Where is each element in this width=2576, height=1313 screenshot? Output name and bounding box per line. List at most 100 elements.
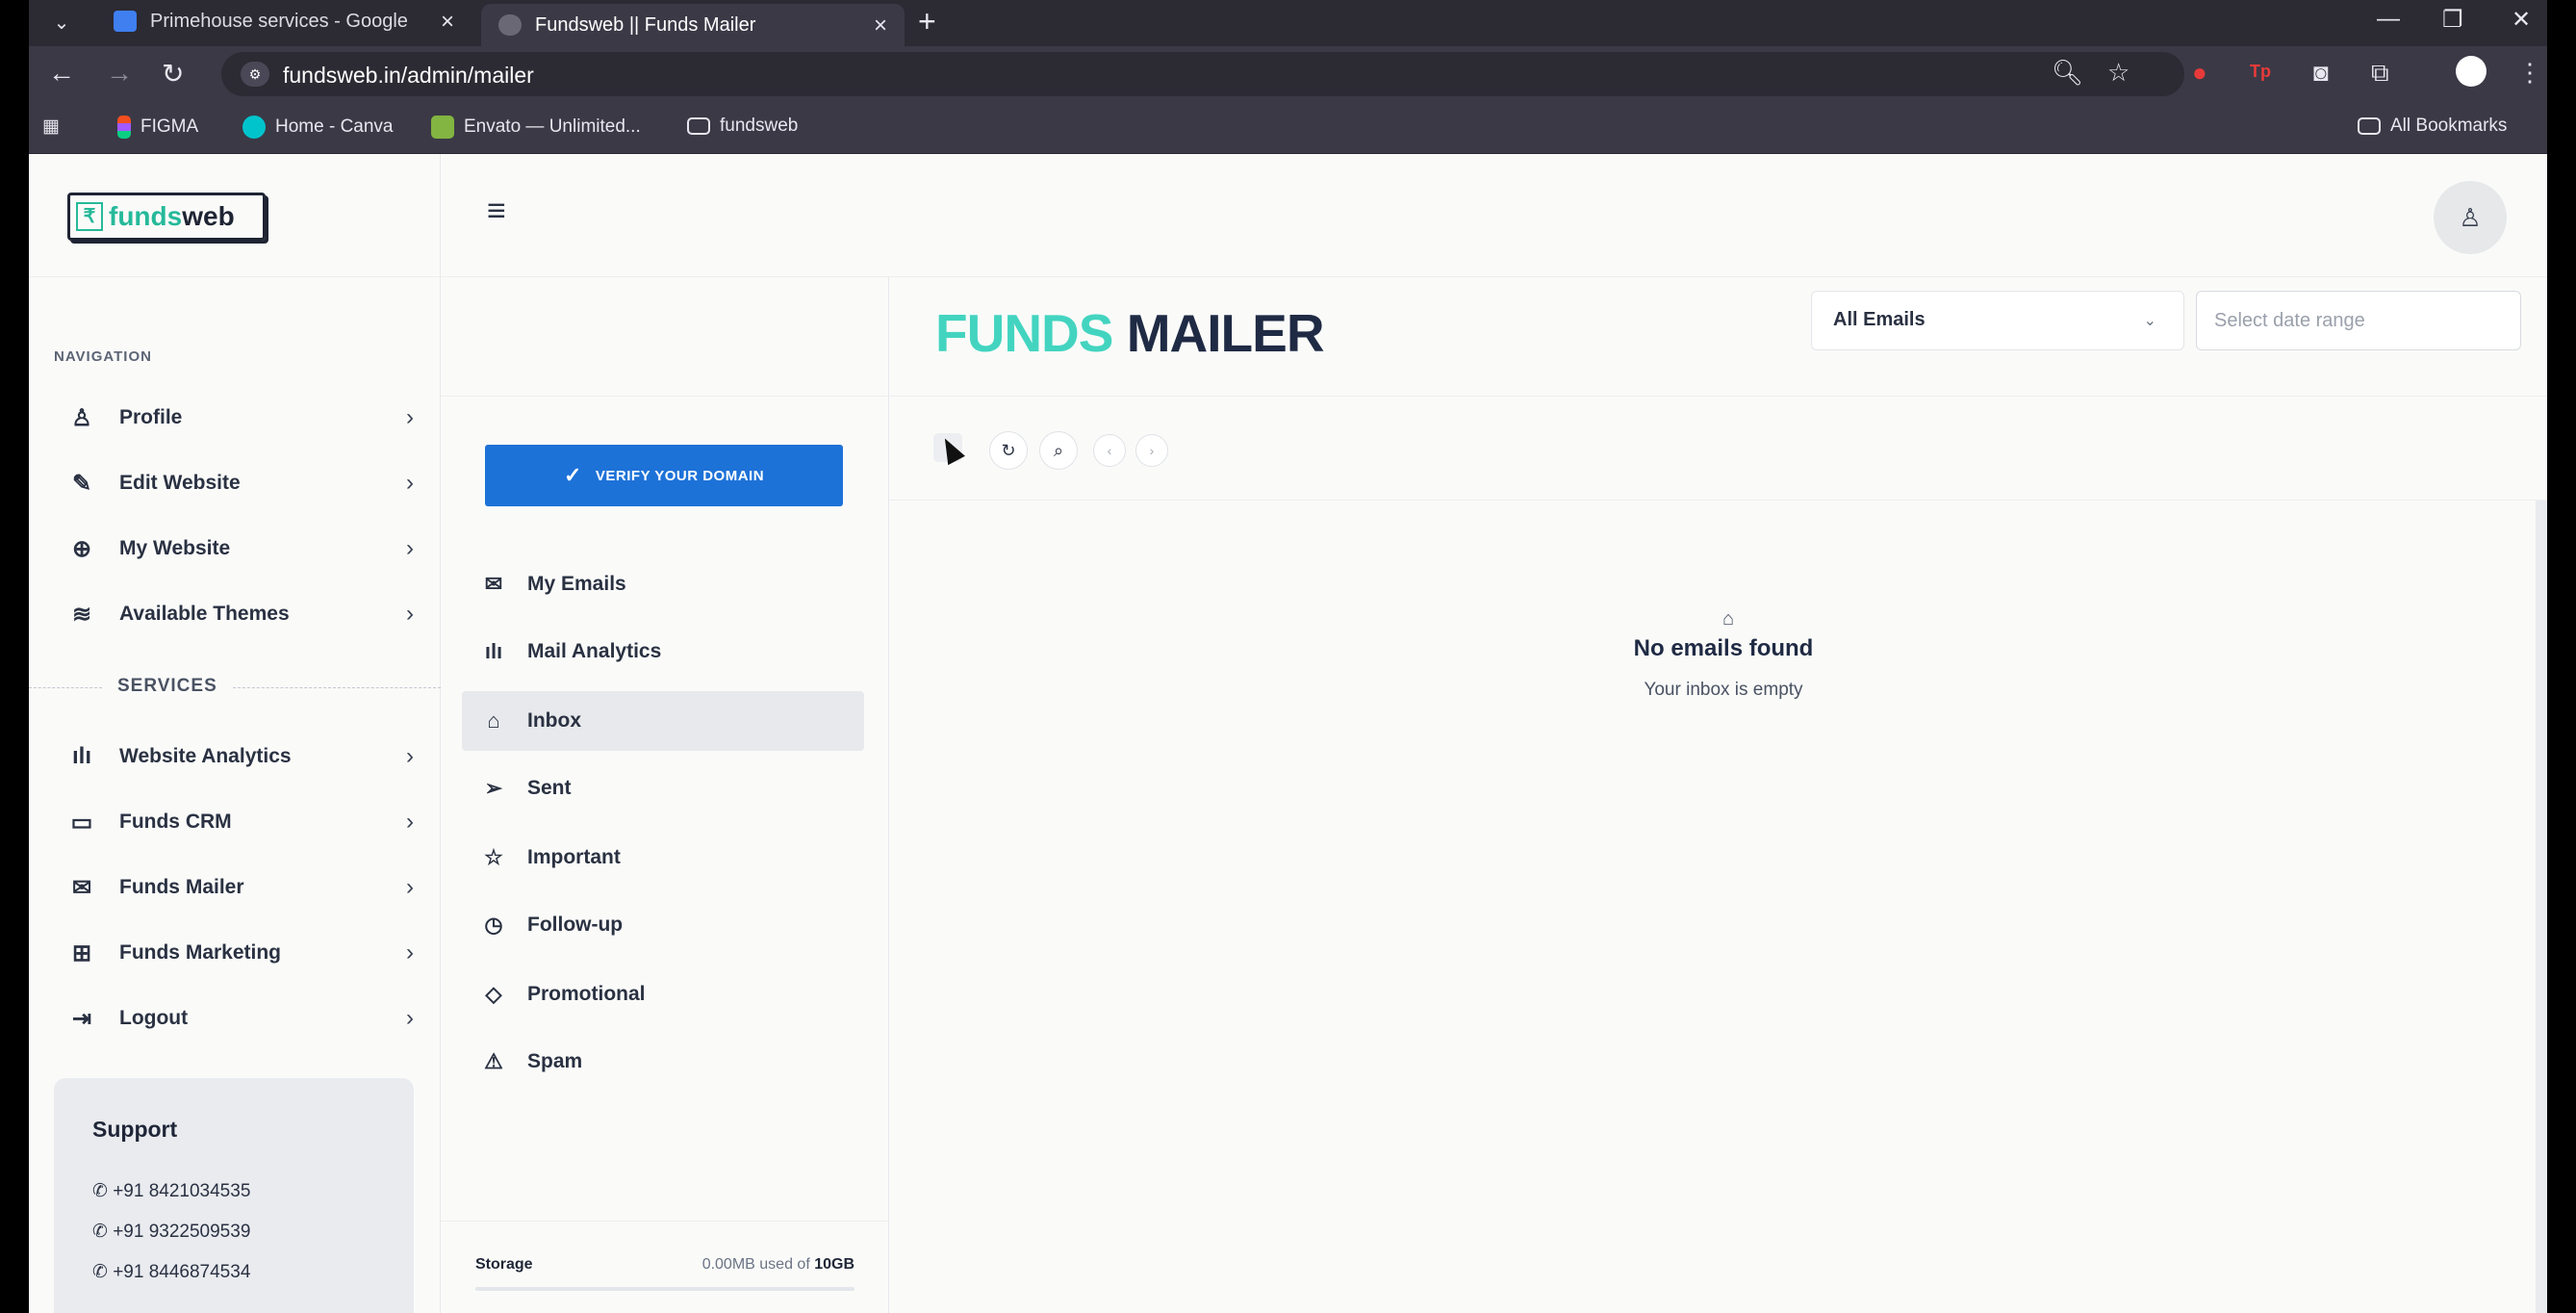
sidebar-item-funds-marketing[interactable]: ⊞ Funds Marketing › <box>67 934 423 972</box>
mail-nav-promotional[interactable]: ◇ Promotional <box>462 965 864 1024</box>
screen: ⌄ Primehouse services - Google × Fundswe… <box>29 0 2547 1313</box>
sidebar-item-my-website[interactable]: ⊕ My Website › <box>67 529 423 568</box>
mail-nav-label: My Emails <box>527 573 626 595</box>
tab-title: Primehouse services - Google <box>150 10 408 32</box>
chevron-left-icon: ‹ <box>1107 443 1112 458</box>
sidebar-item-funds-mailer[interactable]: ✉ Funds Mailer › <box>67 868 423 907</box>
check-icon: ✓ <box>563 463 582 487</box>
tab-funds-mailer[interactable]: Fundsweb || Funds Mailer × <box>481 4 905 46</box>
previous-page-button[interactable]: ‹ <box>1093 434 1126 467</box>
clock-icon: ◷ <box>484 913 503 937</box>
sidebar-item-available-themes[interactable]: ≋ Available Themes › <box>67 595 423 633</box>
layers-icon: ≋ <box>71 601 92 628</box>
mail-nav-mail-analytics[interactable]: ılı Mail Analytics <box>462 622 864 682</box>
empty-state-subtitle: Your inbox is empty <box>1644 680 1803 700</box>
mail-nav-important[interactable]: ☆ Important <box>462 828 864 888</box>
divider-line <box>29 687 102 688</box>
refresh-button[interactable]: ↻ <box>989 431 1028 470</box>
zoom-icon[interactable]: 🔍︎ <box>2052 58 2083 88</box>
mail-main: FUNDS MAILER All Emails ⌄ ↻ ⌕ ‹ › ⌂ No e… <box>889 277 2547 1313</box>
chevron-right-icon: › <box>406 809 414 835</box>
next-page-button[interactable]: › <box>1135 434 1168 467</box>
folder-icon <box>2358 117 2381 135</box>
close-window-icon[interactable]: ✕ <box>2512 6 2531 34</box>
chevron-right-icon: › <box>1149 443 1155 458</box>
bookmark-star-icon[interactable]: ☆ <box>2107 58 2130 88</box>
extension-opera-icon[interactable]: ● <box>2192 58 2207 88</box>
support-phone[interactable]: ✆ +91 8421034535 <box>92 1180 250 1202</box>
close-tab-icon[interactable]: × <box>874 13 887 39</box>
inbox-icon: ⌂ <box>1722 608 1735 630</box>
extensions-puzzle-icon[interactable]: ⧉ <box>2371 58 2389 89</box>
bar-chart-icon: ılı <box>71 743 91 769</box>
logo-text-funds: funds <box>109 201 183 231</box>
sidebar-item-funds-crm[interactable]: ▭ Funds CRM › <box>67 803 423 841</box>
bookmark-fundsweb-folder[interactable]: fundsweb <box>687 116 798 137</box>
mail-nav-spam[interactable]: ⚠ Spam <box>462 1032 864 1092</box>
close-tab-icon[interactable]: × <box>441 9 454 36</box>
mail-nav-inbox[interactable]: ⌂ Inbox <box>462 691 864 751</box>
bookmark-label: Home - Canva <box>275 116 394 137</box>
browser-menu-icon[interactable]: ⋮ <box>2517 58 2542 88</box>
rupee-logo-icon: ₹ <box>76 202 103 231</box>
bookmark-label: fundsweb <box>720 116 799 136</box>
sidebar-item-profile[interactable]: ♙ Profile › <box>67 399 423 437</box>
minimize-icon[interactable]: — <box>2377 6 2400 33</box>
mail-nav-follow-up[interactable]: ◷ Follow-up <box>462 895 864 955</box>
back-icon[interactable]: ← <box>48 58 75 89</box>
folder-icon <box>687 117 710 135</box>
sidebar-item-logout[interactable]: ⇥ Logout › <box>67 999 423 1038</box>
chevron-right-icon: › <box>406 404 414 430</box>
chevron-down-icon: ⌄ <box>2143 313 2156 329</box>
chevron-right-icon: › <box>406 1005 414 1031</box>
chevron-right-icon: › <box>406 940 414 965</box>
reload-icon[interactable]: ↻ <box>162 58 184 90</box>
bookmark-envato[interactable]: Envato — Unlimited... <box>431 116 641 139</box>
restore-icon[interactable]: ❐ <box>2442 6 2463 34</box>
support-title: Support <box>92 1117 178 1142</box>
mail-navigation: ✓ VERIFY YOUR DOMAIN ✉ My Emails ılı Mai… <box>441 277 889 1313</box>
new-tab-icon[interactable]: + <box>918 4 936 39</box>
extension-camera-icon[interactable]: ◙ <box>2313 58 2329 88</box>
nav-heading: NAVIGATION <box>54 348 152 365</box>
tab-primehouse[interactable]: Primehouse services - Google × <box>96 0 472 42</box>
profile-avatar-icon[interactable] <box>2456 56 2487 87</box>
mail-nav-my-emails[interactable]: ✉ My Emails <box>462 554 864 614</box>
inbox-icon: ⌂ <box>487 708 500 733</box>
menu-toggle-icon[interactable]: ≡ <box>487 193 506 230</box>
sidebar-item-website-analytics[interactable]: ılı Website Analytics › <box>67 737 423 776</box>
storage-value: 0.00MB used of 10GB <box>702 1256 854 1274</box>
refresh-icon: ↻ <box>1001 441 1016 460</box>
scrollbar[interactable] <box>2536 501 2547 1313</box>
sidebar-item-edit-website[interactable]: ✎ Edit Website › <box>67 464 423 502</box>
support-phone[interactable]: ✆ +91 8446874534 <box>92 1261 250 1283</box>
tab-title: Fundsweb || Funds Mailer <box>535 13 756 36</box>
search-icon: ⌕ <box>1053 441 1064 460</box>
forward-icon[interactable]: → <box>106 58 133 89</box>
mail-nav-sent[interactable]: ➢ Sent <box>462 759 864 818</box>
mail-nav-header <box>441 277 889 397</box>
email-filter-select[interactable]: All Emails ⌄ <box>1811 291 2184 350</box>
all-bookmarks[interactable]: All Bookmarks <box>2358 116 2507 137</box>
verify-domain-button[interactable]: ✓ VERIFY YOUR DOMAIN <box>485 445 843 506</box>
divider-line <box>233 687 441 688</box>
tab-search-dropdown-icon[interactable]: ⌄ <box>42 6 81 40</box>
storage-label: Storage <box>475 1256 533 1273</box>
support-phone[interactable]: ✆ +91 9322509539 <box>92 1221 250 1243</box>
bookmark-canva[interactable]: Home - Canva <box>242 116 394 139</box>
bookmark-figma[interactable]: FIGMA <box>117 116 198 139</box>
extension-tp-icon[interactable]: Tp <box>2250 62 2271 82</box>
site-info-icon[interactable]: ⚙ <box>241 62 269 87</box>
logout-icon: ⇥ <box>71 1005 92 1032</box>
logo-text-web: web <box>182 201 235 231</box>
briefcase-icon: ⊞ <box>71 940 92 966</box>
search-button[interactable]: ⌕ <box>1039 431 1078 470</box>
browser-tab-bar: ⌄ Primehouse services - Google × Fundswe… <box>29 0 2547 46</box>
globe-icon: ⊕ <box>71 535 92 562</box>
apps-grid-icon[interactable]: ▦ <box>42 116 60 138</box>
date-range-input[interactable] <box>2196 291 2521 350</box>
url-field[interactable]: ⚙ fundsweb.in/admin/mailer <box>221 52 2184 96</box>
user-avatar[interactable]: ♙ <box>2434 181 2507 254</box>
fundsweb-logo[interactable]: ₹ funds web <box>67 193 266 241</box>
figma-icon <box>117 116 131 139</box>
